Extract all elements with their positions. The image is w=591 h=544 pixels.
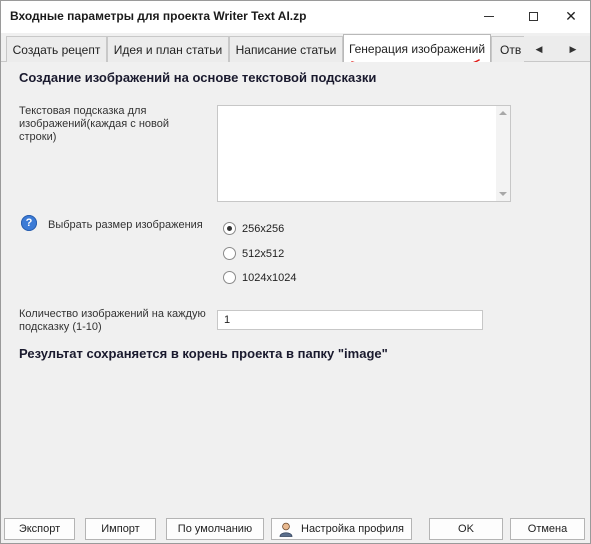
radio-button[interactable]: [223, 271, 236, 284]
tab-scroll-left-icon[interactable]: ◀: [531, 41, 547, 57]
export-button[interactable]: Экспорт: [4, 518, 75, 540]
defaults-button[interactable]: По умолчанию: [166, 518, 264, 540]
tab-content-panel: Создание изображений на основе текстовой…: [7, 62, 584, 508]
profile-settings-label: Настройка профиля: [301, 523, 404, 535]
dialog-window: Входные параметры для проекта Writer Tex…: [0, 0, 591, 544]
count-label: Количество изображений на каждую подсказ…: [19, 308, 206, 333]
user-profile-icon: [279, 522, 293, 537]
window-title: Входные параметры для проекта Writer Tex…: [10, 9, 307, 23]
prompt-label: Текстовая подсказка для изображений(кажд…: [19, 105, 170, 143]
scroll-down-icon[interactable]: [499, 192, 507, 196]
ok-button[interactable]: OK: [429, 518, 503, 540]
bottom-button-bar: Экспорт Импорт По умолчанию Настройка пр…: [1, 508, 590, 543]
size-option-256[interactable]: 256x256: [223, 222, 284, 235]
tab-article-writing[interactable]: Написание статьи: [229, 36, 343, 62]
prompt-textarea[interactable]: [217, 105, 511, 202]
radio-button[interactable]: [223, 247, 236, 260]
profile-settings-button[interactable]: Настройка профиля: [271, 518, 412, 540]
tab-scroll-right-icon[interactable]: ▶: [565, 41, 581, 57]
scroll-up-icon[interactable]: [499, 111, 507, 115]
result-note: Результат сохраняется в корень проекта в…: [19, 346, 388, 361]
tab-create-recipe[interactable]: Создать рецепт: [6, 36, 107, 62]
size-label: Выбрать размер изображения: [48, 219, 203, 231]
help-icon[interactable]: ?: [21, 215, 37, 231]
prompt-scrollbar[interactable]: [496, 106, 510, 201]
minimize-button[interactable]: [467, 1, 511, 31]
prompt-textarea-value: [218, 106, 510, 112]
radio-button[interactable]: [223, 222, 236, 235]
cancel-button[interactable]: Отмена: [510, 518, 585, 540]
size-option-label: 512x512: [242, 247, 285, 260]
count-input[interactable]: 1: [217, 310, 483, 330]
section-heading: Создание изображений на основе текстовой…: [19, 70, 377, 85]
import-button[interactable]: Импорт: [85, 518, 156, 540]
tab-answers[interactable]: Отв: [491, 36, 525, 62]
size-option-512[interactable]: 512x512: [223, 247, 284, 260]
size-option-1024[interactable]: 1024x1024: [223, 271, 296, 284]
maximize-icon: [528, 11, 538, 21]
tab-scroll-arrows: ◀ ▶: [524, 36, 590, 61]
size-option-label: 1024x1024: [242, 271, 297, 284]
title-bar: Входные параметры для проекта Writer Tex…: [1, 1, 590, 33]
close-button[interactable]: ✕: [549, 1, 591, 31]
minimize-icon: [484, 15, 494, 17]
size-option-label: 256x256: [242, 222, 285, 235]
close-icon: ✕: [565, 7, 577, 24]
tab-idea-plan[interactable]: Идея и план статьи: [107, 36, 229, 62]
tab-strip: Создать рецепт Идея и план статьи Написа…: [1, 33, 590, 63]
